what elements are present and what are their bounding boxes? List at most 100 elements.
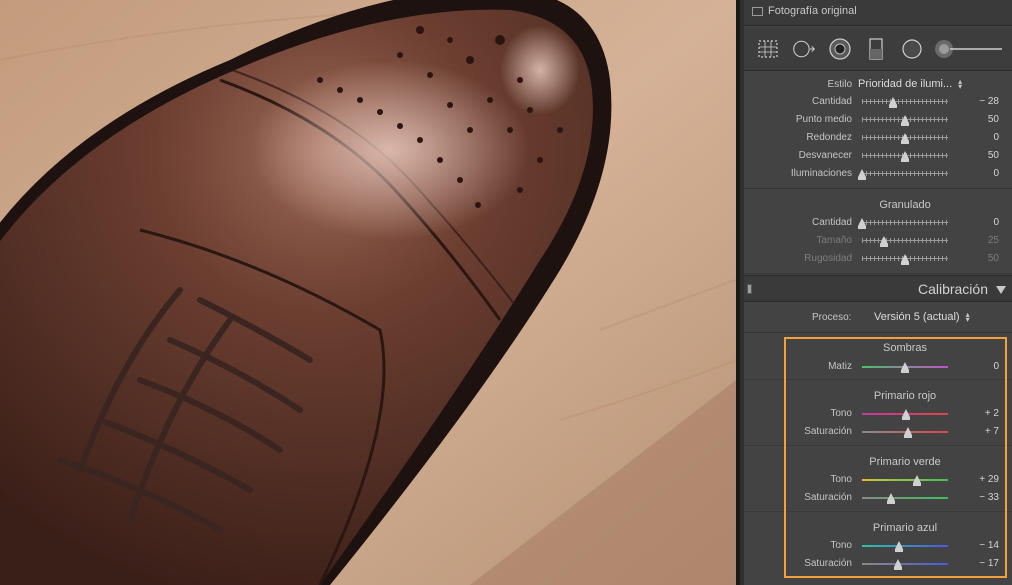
slider-value[interactable]: 50 xyxy=(988,114,999,125)
slider-row-saturaci-n[interactable]: Saturación + 7 xyxy=(744,423,1012,441)
slider-track[interactable] xyxy=(862,497,948,499)
slider-thumb[interactable] xyxy=(858,218,866,229)
panel-switch-icon[interactable] xyxy=(747,284,752,294)
slider-row-desvanecer[interactable]: Desvanecer 50 xyxy=(744,147,1012,165)
slider-thumb[interactable] xyxy=(886,493,895,504)
slider-value[interactable]: 25 xyxy=(988,235,999,246)
slider-label: Tono xyxy=(830,408,852,419)
crop-overlay-icon[interactable] xyxy=(756,37,780,61)
slider-label: Punto medio xyxy=(795,114,852,125)
slider-track[interactable] xyxy=(862,99,948,104)
slider-value[interactable]: − 14 xyxy=(979,540,999,551)
slider-track[interactable] xyxy=(862,545,948,547)
updown-icon: ▴ ▾ xyxy=(958,77,963,92)
slider-thumb[interactable] xyxy=(901,362,909,373)
slider-value[interactable]: − 33 xyxy=(979,492,999,503)
slider-value[interactable]: 0 xyxy=(993,132,999,143)
slider-value[interactable]: − 17 xyxy=(979,558,999,569)
slider-row-tama-o[interactable]: Tamaño 25 xyxy=(744,232,1012,250)
green-primary-group: Primario verde Tono + 29 Saturación − 33 xyxy=(744,447,1012,512)
vignette-style-row[interactable]: Estilo Prioridad de ilumi... ▴ ▾ xyxy=(744,76,1012,94)
slider-thumb[interactable] xyxy=(901,133,909,144)
slider-value[interactable]: + 7 xyxy=(985,426,999,437)
red-primary-group: Primario rojo Tono + 2 Saturación + 7 xyxy=(744,381,1012,446)
vignette-style-value[interactable]: Prioridad de ilumi... xyxy=(858,78,952,90)
slider-label: Rugosidad xyxy=(804,253,852,264)
slider-value[interactable]: 0 xyxy=(993,361,999,372)
process-label: Proceso: xyxy=(812,312,852,323)
slider-thumb[interactable] xyxy=(901,151,909,162)
slider-row-matiz[interactable]: Matiz 0 xyxy=(744,358,1012,376)
slider-label: Cantidad xyxy=(811,217,852,228)
slider-track[interactable] xyxy=(862,220,948,225)
slider-track[interactable] xyxy=(862,238,948,243)
green-primary-title: Primario verde xyxy=(869,456,941,468)
slider-label: Cantidad xyxy=(811,96,852,107)
slider-value[interactable]: + 29 xyxy=(979,474,999,485)
slider-row-saturaci-n[interactable]: Saturación − 33 xyxy=(744,489,1012,507)
slider-row-saturaci-n[interactable]: Saturación − 17 xyxy=(744,555,1012,573)
calibration-header[interactable]: Calibración xyxy=(744,275,1012,302)
radial-filter-icon[interactable] xyxy=(900,37,924,61)
slider-track[interactable] xyxy=(862,563,948,565)
slider-value[interactable]: − 28 xyxy=(979,96,999,107)
slider-label: Tono xyxy=(830,474,852,485)
slider-label: Redondez xyxy=(806,132,852,143)
slider-row-tono[interactable]: Tono + 2 xyxy=(744,405,1012,423)
slider-label: Tamaño xyxy=(816,235,852,246)
grain-section: Granulado Cantidad 0 Tamaño 25 Rugosidad 50 xyxy=(744,190,1012,274)
slider-row-cantidad[interactable]: Cantidad 0 xyxy=(744,214,1012,232)
slider-row-tono[interactable]: Tono − 14 xyxy=(744,537,1012,555)
slider-thumb[interactable] xyxy=(888,97,897,108)
red-eye-icon[interactable] xyxy=(828,37,852,61)
slider-thumb[interactable] xyxy=(893,559,902,570)
slider-row-punto-medio[interactable]: Punto medio 50 xyxy=(744,111,1012,129)
slider-row-cantidad[interactable]: Cantidad − 28 xyxy=(744,93,1012,111)
slider-thumb[interactable] xyxy=(858,169,866,180)
spot-removal-icon[interactable] xyxy=(792,37,816,61)
slider-row-tono[interactable]: Tono + 29 xyxy=(744,471,1012,489)
slider-label: Matiz xyxy=(828,361,852,372)
red-primary-title: Primario rojo xyxy=(873,390,937,402)
original-photo-row[interactable]: Fotografía original xyxy=(744,0,1012,26)
shadows-group: Sombras Matiz 0 xyxy=(744,334,1012,380)
slider-thumb[interactable] xyxy=(894,541,903,552)
original-photo-icon[interactable] xyxy=(752,7,763,16)
slider-label: Tono xyxy=(830,540,852,551)
process-row[interactable]: Proceso: Versión 5 (actual) ▴ ▾ xyxy=(744,303,1012,333)
slider-value[interactable]: 0 xyxy=(993,217,999,228)
slider-label: Desvanecer xyxy=(798,150,852,161)
slider-row-redondez[interactable]: Redondez 0 xyxy=(744,129,1012,147)
process-value[interactable]: Versión 5 (actual) xyxy=(874,311,960,323)
slider-label: Iluminaciones xyxy=(790,168,852,179)
slider-thumb[interactable] xyxy=(879,236,888,247)
slider-thumb[interactable] xyxy=(913,475,922,486)
shoe-photo xyxy=(0,0,736,585)
graduated-filter-icon[interactable] xyxy=(864,37,888,61)
slider-label: Saturación xyxy=(804,426,852,437)
slider-value[interactable]: 50 xyxy=(988,150,999,161)
vignette-style-label: Estilo xyxy=(827,79,852,90)
shadows-title: Sombras xyxy=(882,342,928,354)
updown-icon: ▴ ▾ xyxy=(965,310,970,325)
slider-row-iluminaciones[interactable]: Iluminaciones 0 xyxy=(744,165,1012,183)
slider-thumb[interactable] xyxy=(901,115,909,126)
adjustment-brush-icon[interactable] xyxy=(932,37,1004,61)
slider-track[interactable] xyxy=(862,479,948,481)
slider-value[interactable]: 50 xyxy=(988,253,999,264)
slider-label: Saturación xyxy=(804,558,852,569)
slider-thumb[interactable] xyxy=(901,409,910,420)
slider-value[interactable]: 0 xyxy=(993,168,999,179)
slider-label: Saturación xyxy=(804,492,852,503)
collapse-triangle-icon[interactable] xyxy=(996,286,1006,294)
vignette-section: Estilo Prioridad de ilumi... ▴ ▾ Cantidad −… xyxy=(744,72,1012,189)
slider-thumb[interactable] xyxy=(904,427,912,438)
photo-preview[interactable] xyxy=(0,0,736,585)
slider-row-rugosidad[interactable]: Rugosidad 50 xyxy=(744,250,1012,268)
slider-track[interactable] xyxy=(862,171,948,176)
slider-value[interactable]: + 2 xyxy=(985,408,999,419)
blue-primary-title: Primario azul xyxy=(872,522,938,534)
slider-thumb[interactable] xyxy=(901,254,909,265)
grain-title: Granulado xyxy=(879,199,931,211)
blue-primary-group: Primario azul Tono − 14 Saturación − 17 xyxy=(744,513,1012,585)
